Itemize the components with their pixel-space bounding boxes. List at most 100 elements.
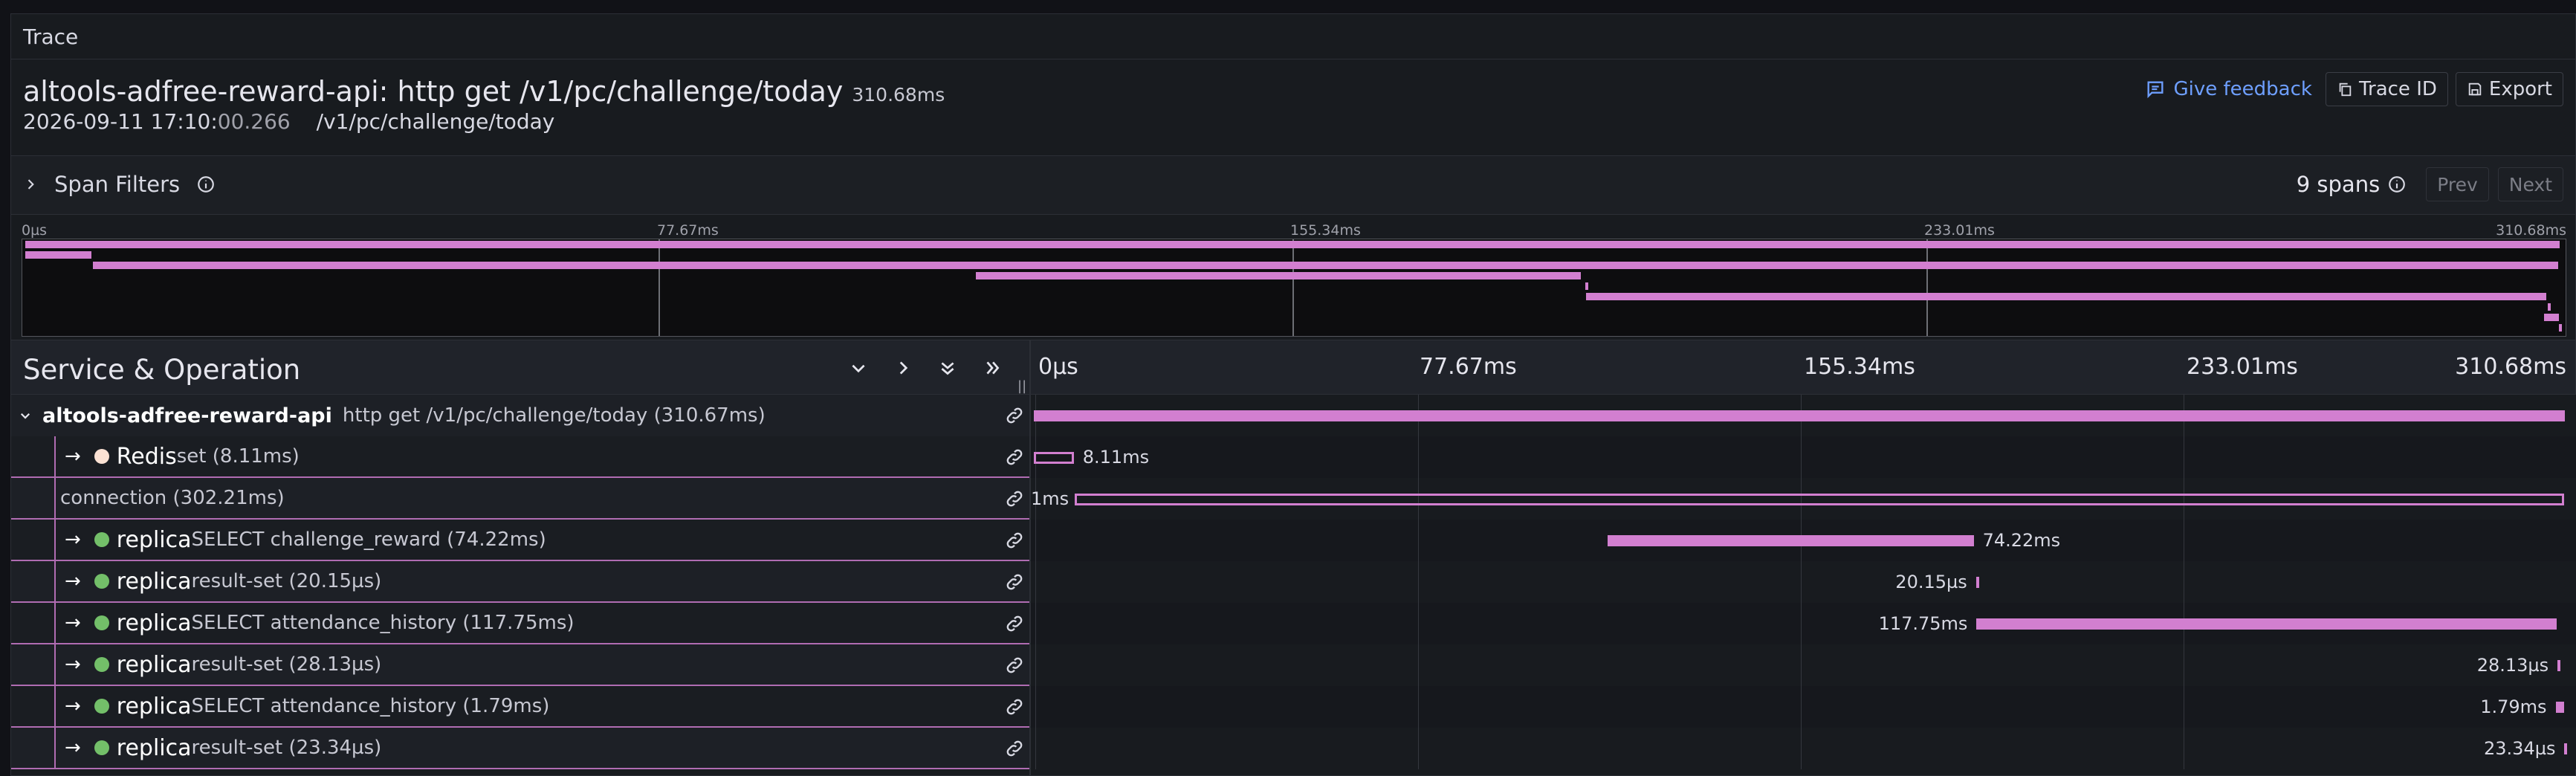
span-name-cell[interactable]: → Redis set (8.11ms) [11,436,1029,478]
export-button[interactable]: Export [2455,72,2563,106]
timeline-grid-line [1035,603,1036,644]
minimap-span-bar [975,272,1582,279]
span-duration-label: 117.75ms [1878,613,1968,634]
span-bar[interactable] [1075,494,2564,505]
span-timeline-cell[interactable]: 28.13µs [1031,644,2576,686]
span-row[interactable]: → replica SELECT challenge_reward (74.22ms… [11,520,2576,561]
link-icon[interactable] [1004,405,1025,426]
span-operation: connection (302.21ms) [60,487,285,509]
span-row[interactable]: → replica result-set (28.13µs) 28.13µs [11,644,2576,686]
minimap-grid-line [1926,239,1928,336]
minimap-ticks: 0µs 77.67ms 155.34ms 233.01ms 310.68ms [22,216,2566,239]
timeline-tick: 77.67ms [1420,354,1517,380]
info-icon[interactable] [2387,175,2407,194]
minimap-tick: 77.67ms [657,222,719,239]
span-timeline-cell[interactable]: 23.34µs [1031,728,2576,769]
trace-date-main: 2026-09-11 17:10: [23,109,218,134]
chevron-down-icon[interactable] [19,409,32,422]
span-bar[interactable] [1976,618,2557,630]
trace-id-button[interactable]: Trace ID [2325,72,2448,106]
arrow-right-icon[interactable]: → [65,528,81,551]
span-row[interactable]: altools-adfree-reward-api http get /v1/pc… [11,395,2576,436]
timeline-grid-line [1801,686,1802,728]
service-color-dot [94,740,109,755]
span-service: replica [116,526,192,553]
span-name-cell[interactable]: → replica SELECT attendance_history (1.79m… [11,686,1029,728]
arrow-right-icon[interactable]: → [65,695,81,717]
link-icon[interactable] [1004,530,1025,551]
span-timeline-cell[interactable]: 74.22ms [1031,520,2576,561]
link-icon[interactable] [1004,488,1025,509]
link-icon[interactable] [1004,447,1025,468]
span-row[interactable]: → replica SELECT attendance_history (1.79m… [11,686,2576,728]
span-name-cell[interactable]: connection (302.21ms) [11,478,1029,520]
link-icon[interactable] [1004,655,1025,676]
arrow-right-icon[interactable]: → [65,653,81,676]
span-service: replica [116,568,192,595]
link-icon[interactable] [1004,696,1025,717]
tree-controls [847,357,1003,379]
span-bar[interactable] [2564,743,2568,754]
span-bar[interactable] [2557,660,2561,671]
span-timeline-cell[interactable]: 8.11ms [1031,436,2576,478]
span-bar[interactable] [1975,577,1979,588]
arrow-right-icon[interactable]: → [65,445,81,468]
span-timeline-cell[interactable] [1031,395,2576,436]
span-row[interactable]: → Redis set (8.11ms) 8.11ms [11,436,2576,478]
span-name-cell[interactable]: → replica SELECT challenge_reward (74.22ms… [11,520,1029,561]
arrow-right-icon[interactable]: → [65,612,81,634]
collapse-one-icon[interactable] [847,357,870,379]
expand-one-icon[interactable] [892,357,914,379]
span-filters-toggle[interactable]: Span Filters [23,172,216,197]
minimap-span-bar [2559,324,2563,332]
span-name-cell[interactable]: → replica result-set (28.13µs) [11,644,1029,686]
span-row[interactable]: → replica result-set (23.34µs) 23.34µs [11,728,2576,769]
span-bar[interactable] [1034,410,2565,421]
span-name-cell[interactable]: altools-adfree-reward-api http get /v1/pc… [11,395,1029,436]
collapse-all-icon[interactable] [936,357,959,379]
filters-top-divider [11,155,2575,156]
minimap-tick: 233.01ms [1924,222,1995,239]
span-bar[interactable] [1608,535,1974,546]
span-timeline-cell[interactable]: 1ms [1031,478,2576,520]
minimap-span-bar [25,241,2560,248]
trace-minimap[interactable]: 0µs 77.67ms 155.34ms 233.01ms 310.68ms [22,216,2566,337]
service-color-dot [94,657,109,672]
span-row[interactable]: → replica result-set (20.15µs) 20.15µs [11,561,2576,603]
span-name-cell[interactable]: → replica SELECT attendance_history (117.7… [11,603,1029,644]
timeline-grid-line [1035,686,1036,728]
span-filters-label: Span Filters [54,172,181,197]
header-actions: Give feedback Trace ID Export [2145,72,2563,106]
prev-button[interactable]: Prev [2426,167,2489,201]
span-bar[interactable] [1034,452,1074,464]
timeline-grid-line [1418,686,1419,728]
link-icon[interactable] [1004,572,1025,592]
timeline-grid-line [1035,644,1036,686]
span-name-cell[interactable]: → replica result-set (23.34µs) [11,728,1029,769]
link-icon[interactable] [1004,613,1025,634]
trace-panel: Trace altools-adfree-reward-api: http ge… [10,13,2576,776]
timeline-grid-line [1035,561,1036,603]
span-operation: result-set (28.13µs) [191,653,382,676]
span-row[interactable]: → replica SELECT attendance_history (117.7… [11,603,2576,644]
span-row[interactable]: connection (302.21ms) 1ms [11,478,2576,520]
give-feedback-link[interactable]: Give feedback [2145,78,2312,100]
minimap-canvas[interactable] [22,239,2566,337]
expand-all-icon[interactable] [981,357,1003,379]
span-timeline-cell[interactable]: 117.75ms [1031,603,2576,644]
next-button[interactable]: Next [2497,167,2563,201]
arrow-right-icon[interactable]: → [65,737,81,759]
tree-indent-line [54,603,56,644]
column-resize-handle[interactable]: || [1017,378,1026,394]
span-name-cell[interactable]: → replica result-set (20.15µs) [11,561,1029,603]
arrow-right-icon[interactable]: → [65,570,81,592]
span-service: replica [116,693,192,720]
filters-bottom-divider [11,214,2575,215]
chevron-right-icon [27,179,34,190]
timeline-tick: 155.34ms [1804,354,1915,380]
link-icon[interactable] [1004,738,1025,759]
info-icon[interactable] [196,175,216,194]
span-timeline-cell[interactable]: 20.15µs [1031,561,2576,603]
span-bar[interactable] [2555,702,2565,713]
span-timeline-cell[interactable]: 1.79ms [1031,686,2576,728]
